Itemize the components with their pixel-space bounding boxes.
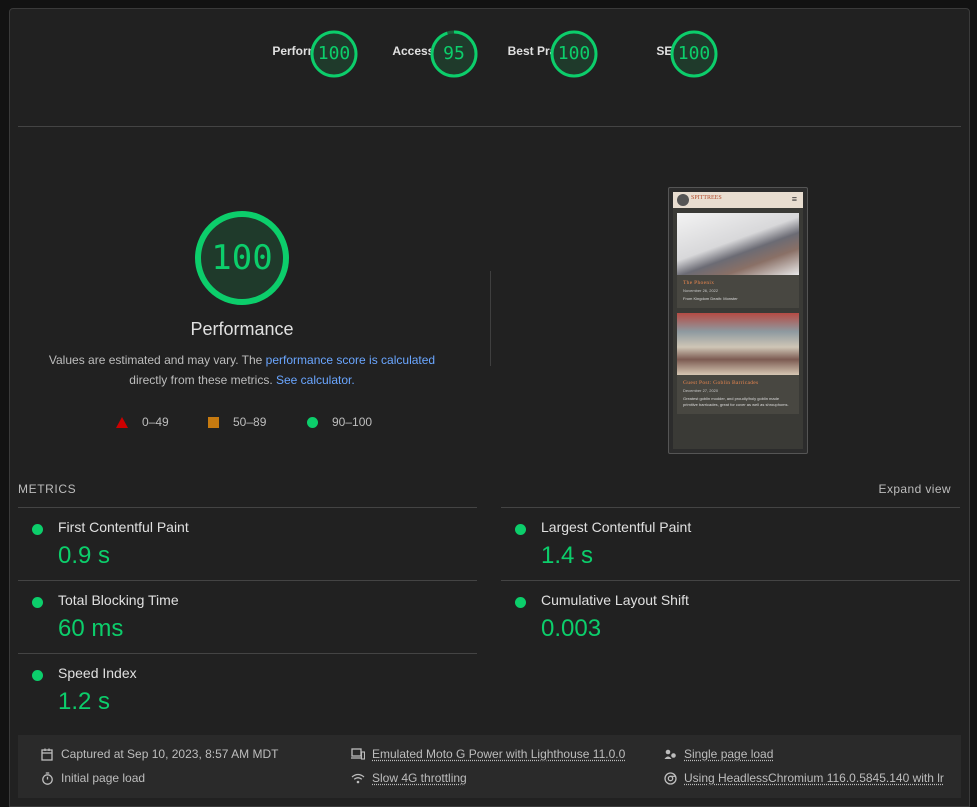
- circle-icon: [307, 416, 318, 428]
- post-image: [677, 213, 799, 275]
- metrics-heading: METRICS: [18, 482, 77, 496]
- devices-icon: [351, 747, 365, 761]
- gauge-score: 100: [677, 43, 711, 64]
- square-icon: [208, 416, 219, 428]
- captured-at: Captured at Sep 10, 2023, 8:57 AM MDT: [40, 747, 278, 761]
- runtime-settings: Captured at Sep 10, 2023, 8:57 AM MDT In…: [18, 735, 961, 798]
- metric-cls: Cumulative Layout Shift 0.003: [501, 580, 960, 653]
- post-excerpt: Greatest goblin modder, and proudly/holy…: [683, 396, 789, 407]
- pass-circle-icon: [32, 597, 43, 608]
- metric-label: First Contentful Paint: [58, 519, 189, 535]
- score-legend: 0–49 50–89 90–100: [116, 415, 416, 431]
- gauge-score: 100: [317, 43, 351, 64]
- big-score: 100: [211, 238, 273, 278]
- final-screenshot[interactable]: SPITTREES ≡ The Phoenix November 26, 202…: [668, 187, 808, 454]
- gauge-accessibility[interactable]: 95 Accessibility: [369, 29, 489, 78]
- post-date: December 27, 2020: [683, 388, 719, 393]
- site-header: SPITTREES ≡: [673, 192, 803, 208]
- browser-info[interactable]: Using HeadlessChromium 116.0.5845.140 wi…: [663, 771, 944, 785]
- triangle-icon: [116, 416, 128, 428]
- chrome-icon: [663, 771, 677, 785]
- lighthouse-report: 100 Performance 95 Accessibility 100 Bes…: [9, 8, 970, 807]
- summary-title: Performance: [190, 319, 294, 339]
- pass-circle-icon: [32, 670, 43, 681]
- post-card: The Phoenix November 26, 2022 From Kingd…: [677, 213, 799, 308]
- metric-si: Speed Index 1.2 s: [18, 653, 477, 726]
- expand-view-button[interactable]: Expand view: [879, 482, 951, 496]
- metric-lcp: Largest Contentful Paint 1.4 s: [501, 507, 960, 580]
- metric-label: Cumulative Layout Shift: [541, 592, 689, 608]
- post-card: Guest Post: Goblin Barricades December 2…: [677, 313, 799, 414]
- post-title: The Phoenix: [683, 280, 715, 286]
- metric-value: 1.2 s: [58, 688, 111, 715]
- legend-fail: 0–49: [116, 415, 169, 429]
- header-divider: [18, 126, 961, 127]
- pass-circle-icon: [515, 524, 526, 535]
- gauge-score: 95: [443, 43, 465, 64]
- category-gauges: 100 Performance 95 Accessibility 100 Bes…: [10, 9, 969, 127]
- metric-value: 60 ms: [58, 615, 124, 642]
- wifi-icon: [351, 771, 365, 785]
- vertical-divider: [490, 271, 491, 366]
- people-icon: [663, 747, 677, 761]
- screenshot-screen: SPITTREES ≡ The Phoenix November 26, 202…: [673, 192, 803, 449]
- emulated-device[interactable]: Emulated Moto G Power with Lighthouse 11…: [351, 747, 625, 761]
- pass-circle-icon: [515, 597, 526, 608]
- performance-summary: 100 Performance Values are estimated and…: [40, 209, 444, 390]
- metric-value: 0.9 s: [58, 542, 111, 569]
- timer-icon: [40, 771, 54, 785]
- gauge-performance[interactable]: 100 Performance: [249, 29, 369, 78]
- post-excerpt: From Kingdom Death: Monster: [683, 296, 738, 301]
- score-calculated-link[interactable]: performance score is calculated: [266, 353, 435, 367]
- legend-pass: 90–100: [307, 415, 372, 429]
- network-throttling[interactable]: Slow 4G throttling: [351, 771, 467, 785]
- post-title: Guest Post: Goblin Barricades: [683, 380, 759, 386]
- metric-label: Largest Contentful Paint: [541, 519, 692, 535]
- metric-fcp: First Contentful Paint 0.9 s: [18, 507, 477, 580]
- gauge-seo[interactable]: 100 SEO: [609, 29, 729, 78]
- metric-value: 0.003: [541, 615, 602, 642]
- legend-average: 50–89: [208, 415, 266, 429]
- gauge-best-practices[interactable]: 100 Best Practices: [489, 29, 609, 78]
- big-score-ring: 100: [193, 209, 291, 307]
- post-image: [677, 313, 799, 375]
- site-brand: SPITTREES: [691, 195, 722, 201]
- single-page-load[interactable]: Single page load: [663, 747, 773, 761]
- initial-load: Initial page load: [40, 771, 145, 785]
- metric-label: Speed Index: [58, 665, 137, 681]
- summary-description: Values are estimated and may vary. The p…: [48, 353, 436, 387]
- pass-circle-icon: [32, 524, 43, 535]
- calendar-icon: [40, 747, 54, 761]
- post-date: November 26, 2022: [683, 288, 719, 293]
- metric-label: Total Blocking Time: [58, 592, 179, 608]
- gauge-score: 100: [557, 43, 591, 64]
- metric-value: 1.4 s: [541, 542, 594, 569]
- see-calculator-link[interactable]: See calculator.: [276, 373, 355, 387]
- metric-tbt: Total Blocking Time 60 ms: [18, 580, 477, 653]
- hamburger-menu-icon: ≡: [791, 194, 797, 204]
- site-logo-icon: [677, 194, 689, 206]
